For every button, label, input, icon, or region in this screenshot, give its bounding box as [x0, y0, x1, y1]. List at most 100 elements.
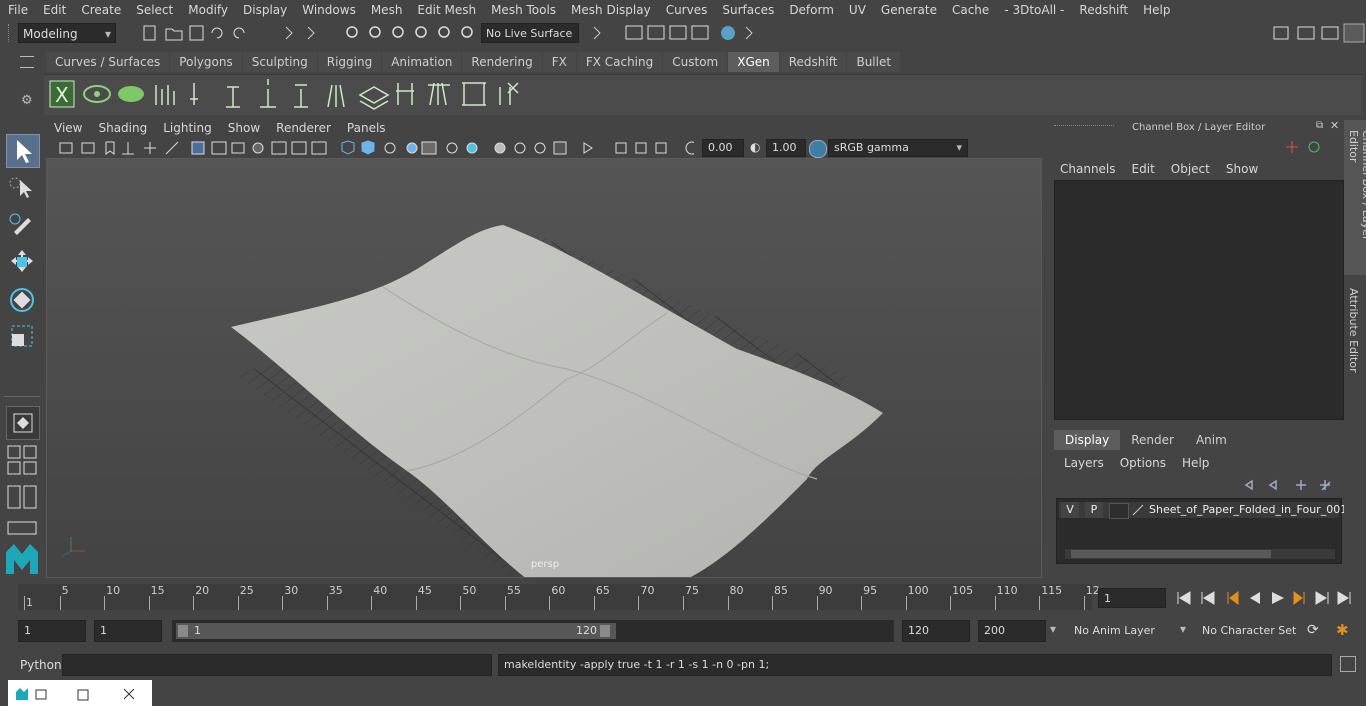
menu-create[interactable]: Create: [73, 3, 128, 17]
layer-menu-help[interactable]: Help: [1182, 456, 1225, 470]
select-tool[interactable]: [6, 134, 40, 168]
layer-row[interactable]: V P Sheet_of_Paper_Folded_in_Four_001_: [1059, 502, 1353, 519]
layer-menu-layers[interactable]: Layers: [1064, 456, 1120, 470]
horizontal-scrollbar[interactable]: [1065, 549, 1335, 559]
color-management-icon[interactable]: [809, 140, 827, 158]
shelf-tab-custom[interactable]: Custom: [663, 52, 728, 72]
scrollbar-thumb[interactable]: [1071, 550, 1271, 558]
character-set-dropdown[interactable]: No Character Set: [1196, 620, 1300, 642]
shelf-tab-rendering[interactable]: Rendering: [462, 52, 542, 72]
panel-grip[interactable]: [1054, 125, 1114, 130]
grip-handle[interactable]: [8, 24, 13, 42]
menu-file[interactable]: File: [0, 3, 35, 17]
float-icon[interactable]: ⧉: [1316, 120, 1323, 131]
layer-tab-display[interactable]: Display: [1054, 430, 1121, 450]
current-frame-field[interactable]: 1: [1098, 588, 1166, 608]
color-space-dropdown[interactable]: sRGB gamma ▾: [828, 139, 968, 157]
shelf-tab-fx[interactable]: FX: [542, 52, 576, 72]
layer-tool-icons[interactable]: [1240, 476, 1340, 494]
tab-attribute-editor[interactable]: Attribute Editor: [1344, 280, 1366, 380]
anim-preferences-icon[interactable]: ✱: [1336, 621, 1349, 639]
move-tool[interactable]: [6, 246, 38, 278]
gamma-field[interactable]: 1.00: [766, 139, 806, 157]
menu-surfaces[interactable]: Surfaces: [714, 3, 781, 17]
range-slider-track[interactable]: 1 120: [172, 620, 894, 642]
scene-end-field[interactable]: 200: [978, 620, 1046, 642]
menu-set-dropdown[interactable]: Modeling ▾: [18, 23, 116, 43]
menu-mesh[interactable]: Mesh: [363, 3, 410, 17]
layer-tab-anim[interactable]: Anim: [1184, 430, 1238, 450]
shelf-tab-xgen[interactable]: XGen: [728, 52, 779, 72]
layer-color-icon[interactable]: [1131, 503, 1145, 517]
shelf-tab-bullet[interactable]: Bullet: [847, 52, 901, 72]
channel-box-tool-icons[interactable]: [1284, 138, 1330, 156]
playback-end-field[interactable]: 120: [902, 620, 970, 642]
paint-select-tool[interactable]: [6, 208, 38, 240]
channel-menu-show[interactable]: Show: [1226, 162, 1274, 176]
scene-start-field[interactable]: 1: [18, 620, 86, 642]
layer-visibility-toggle[interactable]: V: [1061, 502, 1079, 518]
minimized-window[interactable]: [8, 680, 152, 706]
layer-display-type[interactable]: [1109, 503, 1129, 519]
menu-mesh-tools[interactable]: Mesh Tools: [483, 3, 563, 17]
xgen-shelf-icons[interactable]: X: [44, 75, 544, 115]
viewport-menu-shading[interactable]: Shading: [90, 120, 155, 137]
playback-controls[interactable]: [1172, 588, 1362, 608]
tab-channel-box[interactable]: Channel Box / Layer Editor: [1344, 120, 1366, 275]
selection-mask-arrows[interactable]: [282, 24, 332, 42]
channel-menu-edit[interactable]: Edit: [1132, 162, 1171, 176]
layer-tab-render[interactable]: Render: [1120, 430, 1185, 450]
range-end-grip[interactable]: [600, 625, 610, 637]
shelf-tab-animation[interactable]: Animation: [382, 52, 462, 72]
panel-tool-icons[interactable]: [54, 140, 694, 156]
menu-edit-mesh[interactable]: Edit Mesh: [409, 3, 483, 17]
menu-3dtoall[interactable]: - 3DtoAll -: [996, 3, 1071, 17]
menu-windows[interactable]: Windows: [294, 3, 363, 17]
layer-playback-toggle[interactable]: P: [1085, 502, 1103, 518]
playback-start-field[interactable]: 1: [94, 620, 162, 642]
channel-list[interactable]: [1054, 180, 1344, 420]
live-surface-field[interactable]: No Live Surface: [481, 23, 579, 43]
viewport-menu-view[interactable]: View: [46, 120, 90, 137]
snap-tools[interactable]: [342, 23, 482, 43]
menu-modify[interactable]: Modify: [180, 3, 235, 17]
close-icon[interactable]: ✕: [1330, 119, 1339, 132]
menu-select[interactable]: Select: [128, 3, 180, 17]
channel-menu-object[interactable]: Object: [1171, 162, 1226, 176]
menu-edit[interactable]: Edit: [35, 3, 73, 17]
menu-curves[interactable]: Curves: [658, 3, 715, 17]
range-slider-handle[interactable]: 1 120: [176, 623, 616, 639]
auto-key-icon[interactable]: ⟳: [1307, 622, 1319, 638]
file-tools[interactable]: [140, 24, 260, 42]
menu-display[interactable]: Display: [235, 3, 294, 17]
shelf-menu-icon[interactable]: [20, 56, 34, 68]
rotate-tool[interactable]: [6, 284, 38, 316]
window-controls[interactable]: [14, 686, 154, 702]
chevron-down-icon[interactable]: ▾: [1180, 622, 1186, 636]
menu-help[interactable]: Help: [1135, 3, 1177, 17]
time-ruler[interactable]: 1 5 10 15 20 25 30 35 40 45 50 55 60 65 70 75 80 85 90 95 10…: [18, 584, 1100, 610]
channel-menu-channels[interactable]: Channels: [1060, 162, 1132, 176]
range-start-grip[interactable]: [178, 625, 188, 637]
shelf-tab-fx-caching[interactable]: FX Caching: [576, 52, 663, 72]
anim-layer-dropdown[interactable]: No Anim Layer: [1068, 620, 1174, 642]
render-tools[interactable]: [590, 24, 760, 42]
time-slider[interactable]: 1 5 10 15 20 25 30 35 40 45 50 55 60 65 70 75 80 85 90 95 10…: [0, 580, 1366, 614]
viewport-menu-panels[interactable]: Panels: [339, 120, 394, 137]
layout-buttons[interactable]: [6, 444, 38, 554]
command-input[interactable]: [62, 654, 492, 676]
last-tool[interactable]: [6, 406, 40, 440]
lasso-tool[interactable]: [6, 172, 38, 204]
gear-icon[interactable]: ⚙: [21, 93, 33, 108]
viewport-menu-show[interactable]: Show: [220, 120, 268, 137]
chevron-down-icon[interactable]: ▾: [1050, 622, 1056, 636]
workspace-icons[interactable]: [1270, 23, 1366, 43]
menu-uv[interactable]: UV: [841, 3, 873, 17]
shelf-tab-curves-surfaces[interactable]: Curves / Surfaces: [46, 52, 170, 72]
menu-deform[interactable]: Deform: [781, 3, 841, 17]
menu-generate[interactable]: Generate: [873, 3, 944, 17]
scale-tool[interactable]: [6, 320, 38, 352]
shelf-tab-redshift[interactable]: Redshift: [779, 52, 847, 72]
shelf-tab-rigging[interactable]: Rigging: [317, 52, 382, 72]
viewport-menu-lighting[interactable]: Lighting: [155, 120, 220, 137]
